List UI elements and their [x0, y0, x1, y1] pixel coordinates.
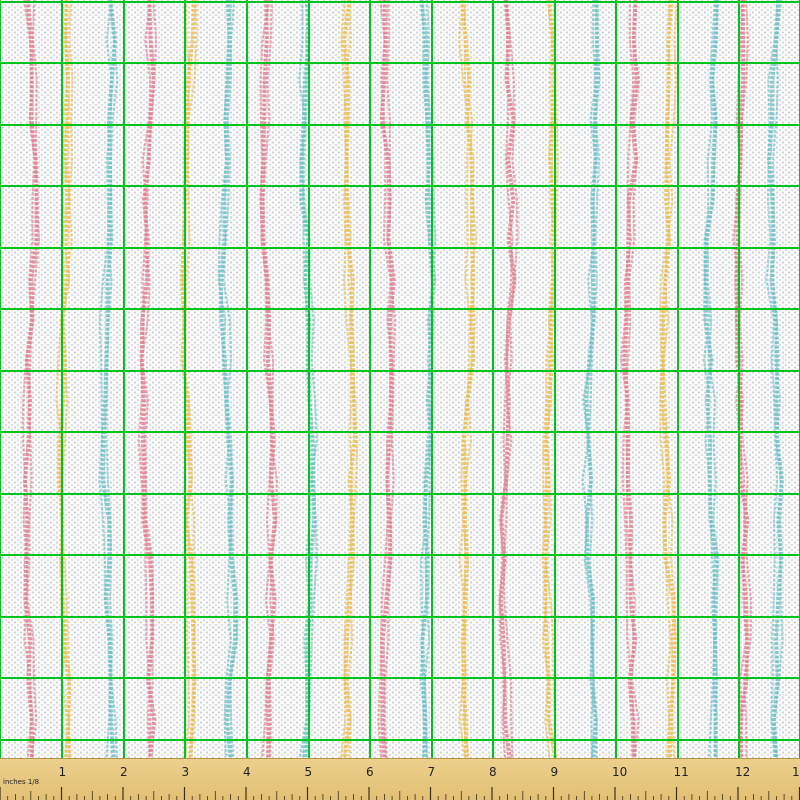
inch-ruler: inches 1/8 12345678910111213: [0, 758, 800, 800]
fabric-swatch: [0, 0, 800, 760]
ruler-ticks: [0, 787, 800, 800]
ruler-number: 13: [792, 765, 800, 779]
ruler-number: 9: [551, 765, 559, 779]
ruler-number: 12: [735, 765, 750, 779]
ruler-number: 10: [612, 765, 627, 779]
ruler-number: 4: [243, 765, 251, 779]
ruler-number: 11: [674, 765, 689, 779]
ruler-number: 2: [120, 765, 128, 779]
ruler-number: 7: [428, 765, 436, 779]
measurement-grid: [0, 0, 800, 760]
ruler-number: 3: [182, 765, 190, 779]
ruler-number: 8: [489, 765, 497, 779]
fabric-preview: inches 1/8 12345678910111213: [0, 0, 800, 800]
ruler-number: 5: [305, 765, 313, 779]
ruler-units-label: inches 1/8: [3, 778, 39, 786]
ruler-number: 6: [366, 765, 374, 779]
ruler-number: 1: [59, 765, 67, 779]
ruler-numbers: 12345678910111213: [59, 765, 800, 779]
